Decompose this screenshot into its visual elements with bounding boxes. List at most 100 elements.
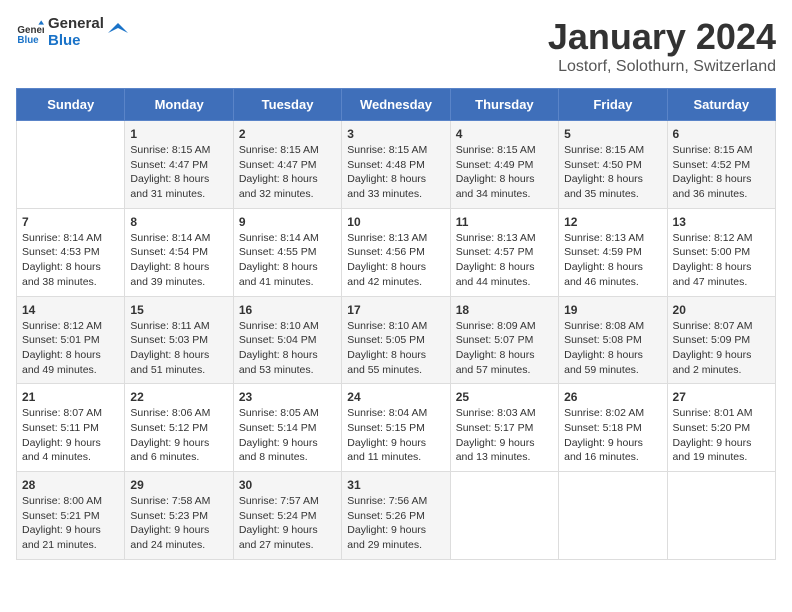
daylight-text: Daylight: 9 hoursand 24 minutes. xyxy=(130,524,209,551)
logo-arrow-icon xyxy=(108,23,128,43)
day-cell: 19Sunrise: 8:08 AMSunset: 5:08 PMDayligh… xyxy=(559,296,667,384)
sunrise-text: Sunrise: 8:15 AM xyxy=(239,144,319,156)
day-number: 1 xyxy=(130,127,227,141)
day-cell: 3 Sunrise: 8:15 AM Sunset: 4:48 PM Daylight… xyxy=(342,121,450,209)
day-number: 19 xyxy=(564,303,661,317)
day-cell: 12Sunrise: 8:13 AMSunset: 4:59 PMDayligh… xyxy=(559,208,667,296)
day-detail: Sunrise: 8:15 AMSunset: 4:49 PMDaylight:… xyxy=(456,143,553,202)
header-thursday: Thursday xyxy=(450,89,558,121)
day-cell: 9Sunrise: 8:14 AMSunset: 4:55 PMDaylight… xyxy=(233,208,341,296)
header-friday: Friday xyxy=(559,89,667,121)
day-cell: 26Sunrise: 8:02 AMSunset: 5:18 PMDayligh… xyxy=(559,384,667,472)
daylight-text: Daylight: 8 hoursand 32 minutes. xyxy=(239,173,318,200)
sunset-text: Sunset: 4:54 PM xyxy=(130,246,208,258)
daylight-text: Daylight: 9 hoursand 6 minutes. xyxy=(130,437,209,464)
day-cell: 4Sunrise: 8:15 AMSunset: 4:49 PMDaylight… xyxy=(450,121,558,209)
sunset-text: Sunset: 4:47 PM xyxy=(130,159,208,171)
sunset-text: Sunset: 5:11 PM xyxy=(22,422,99,434)
daylight-text: Daylight: 8 hoursand 55 minutes. xyxy=(347,349,426,376)
sunrise-text: Sunrise: 8:05 AM xyxy=(239,407,319,419)
daylight-text: Daylight: 8 hoursand 38 minutes. xyxy=(22,261,101,288)
day-cell: 1Sunrise: 8:15 AMSunset: 4:47 PMDaylight… xyxy=(125,121,233,209)
daylight-text: Daylight: 8 hoursand 36 minutes. xyxy=(673,173,752,200)
sunrise-text: Sunrise: 7:58 AM xyxy=(130,495,210,507)
day-detail: Sunrise: 8:13 AMSunset: 4:57 PMDaylight:… xyxy=(456,231,553,290)
sunrise-text: Sunrise: 8:09 AM xyxy=(456,320,536,332)
day-cell: 21Sunrise: 8:07 AMSunset: 5:11 PMDayligh… xyxy=(17,384,125,472)
header-sunday: Sunday xyxy=(17,89,125,121)
daylight-text: Daylight: 9 hoursand 8 minutes. xyxy=(239,437,318,464)
day-detail: Sunrise: 8:14 AMSunset: 4:54 PMDaylight:… xyxy=(130,231,227,290)
daylight-text: Daylight: 8 hoursand 51 minutes. xyxy=(130,349,209,376)
day-number: 23 xyxy=(239,390,336,404)
daylight-text: Daylight: 8 hoursand 59 minutes. xyxy=(564,349,643,376)
day-cell: 13Sunrise: 8:12 AMSunset: 5:00 PMDayligh… xyxy=(667,208,775,296)
day-cell xyxy=(450,472,558,560)
sunrise-text: Sunrise: 8:15 AM xyxy=(564,144,644,156)
sunrise-text: Sunrise: 8:06 AM xyxy=(130,407,210,419)
sunrise-text: Sunrise: 8:13 AM xyxy=(347,232,427,244)
week-row-1: 1 Sunrise: 8:15 AM Sunset: 4:47 PM Daylight… xyxy=(17,121,776,209)
day-detail: Sunrise: 8:15 AM Sunset: 4:48 PM Daylight:… xyxy=(347,143,444,202)
day-detail: Sunrise: 8:09 AMSunset: 5:07 PMDaylight:… xyxy=(456,319,553,378)
sunset-text: Sunset: 4:47 PM xyxy=(239,159,317,171)
day-number: 31 xyxy=(347,478,444,492)
logo-general: General xyxy=(48,16,104,33)
sunset-text: Sunset: 4:57 PM xyxy=(456,246,534,258)
day-detail: Sunrise: 8:15 AMSunset: 4:52 PMDaylight:… xyxy=(673,143,770,202)
day-detail: Sunrise: 8:06 AMSunset: 5:12 PMDaylight:… xyxy=(130,406,227,465)
daylight-text: Daylight: 8 hoursand 33 minutes. xyxy=(347,173,426,200)
day-number: 27 xyxy=(673,390,770,404)
day-number: 2 xyxy=(239,127,336,141)
sunset-text: Sunset: 5:21 PM xyxy=(22,510,100,522)
sunset-text: Sunset: 5:05 PM xyxy=(347,334,425,346)
day-number: 16 xyxy=(239,303,336,317)
day-detail: Sunrise: 8:12 AMSunset: 5:00 PMDaylight:… xyxy=(673,231,770,290)
day-number: 14 xyxy=(22,303,119,317)
day-cell: 14Sunrise: 8:12 AMSunset: 5:01 PMDayligh… xyxy=(17,296,125,384)
day-number: 3 xyxy=(347,127,444,141)
sunset-text: Sunset: 4:52 PM xyxy=(673,159,751,171)
day-cell xyxy=(667,472,775,560)
day-cell: 5Sunrise: 8:15 AMSunset: 4:50 PMDaylight… xyxy=(559,121,667,209)
week-row-2: 7Sunrise: 8:14 AMSunset: 4:53 PMDaylight… xyxy=(17,208,776,296)
sunrise-text: Sunrise: 8:15 AM xyxy=(130,144,210,156)
daylight-text: Daylight: 9 hoursand 27 minutes. xyxy=(239,524,318,551)
sunrise-text: Sunrise: 8:12 AM xyxy=(22,320,102,332)
day-number: 17 xyxy=(347,303,444,317)
day-detail: Sunrise: 7:56 AMSunset: 5:26 PMDaylight:… xyxy=(347,494,444,553)
sunrise-text: Sunrise: 8:10 AM xyxy=(239,320,319,332)
day-detail: Sunrise: 8:13 AMSunset: 4:56 PMDaylight:… xyxy=(347,231,444,290)
page-header: General Blue General Blue January 2024 L… xyxy=(16,16,776,76)
daylight-text: Daylight: 9 hoursand 29 minutes. xyxy=(347,524,426,551)
sunset-text: Sunset: 5:07 PM xyxy=(456,334,534,346)
sunset-text: Sunset: 4:48 PM xyxy=(347,159,425,171)
day-cell xyxy=(17,121,125,209)
svg-text:Blue: Blue xyxy=(17,34,39,45)
week-row-5: 28Sunrise: 8:00 AMSunset: 5:21 PMDayligh… xyxy=(17,472,776,560)
day-cell: 8Sunrise: 8:14 AMSunset: 4:54 PMDaylight… xyxy=(125,208,233,296)
sunset-text: Sunset: 5:01 PM xyxy=(22,334,100,346)
sunrise-text: Sunrise: 8:14 AM xyxy=(130,232,210,244)
day-cell: 31 Sunrise: 7:56 AMSunset: 5:26 PMDayligh… xyxy=(342,472,450,560)
sunrise-text: Sunrise: 8:01 AM xyxy=(673,407,753,419)
sunrise-text: Sunrise: 8:07 AM xyxy=(673,320,753,332)
day-cell: 16Sunrise: 8:10 AMSunset: 5:04 PMDayligh… xyxy=(233,296,341,384)
sunset-text: Sunset: 5:17 PM xyxy=(456,422,534,434)
day-cell: 2 Sunrise: 8:15 AM Sunset: 4:47 PM Daylight… xyxy=(233,121,341,209)
title-area: January 2024 Lostorf, Solothurn, Switzer… xyxy=(548,16,776,76)
daylight-text: Daylight: 9 hoursand 13 minutes. xyxy=(456,437,535,464)
day-cell: 17Sunrise: 8:10 AMSunset: 5:05 PMDayligh… xyxy=(342,296,450,384)
daylight-text: Daylight: 9 hoursand 16 minutes. xyxy=(564,437,643,464)
header-wednesday: Wednesday xyxy=(342,89,450,121)
sunset-text: Sunset: 4:53 PM xyxy=(22,246,100,258)
sunrise-text: Sunrise: 8:14 AM xyxy=(239,232,319,244)
day-detail: Sunrise: 8:01 AMSunset: 5:20 PMDaylight:… xyxy=(673,406,770,465)
day-number: 24 xyxy=(347,390,444,404)
day-cell: 23Sunrise: 8:05 AMSunset: 5:14 PMDayligh… xyxy=(233,384,341,472)
day-number: 9 xyxy=(239,215,336,229)
daylight-text: Daylight: 9 hoursand 19 minutes. xyxy=(673,437,752,464)
calendar-header-row: SundayMondayTuesdayWednesdayThursdayFrid… xyxy=(17,89,776,121)
sunset-text: Sunset: 5:23 PM xyxy=(130,510,208,522)
sunrise-text: Sunrise: 8:15 AM xyxy=(347,144,427,156)
